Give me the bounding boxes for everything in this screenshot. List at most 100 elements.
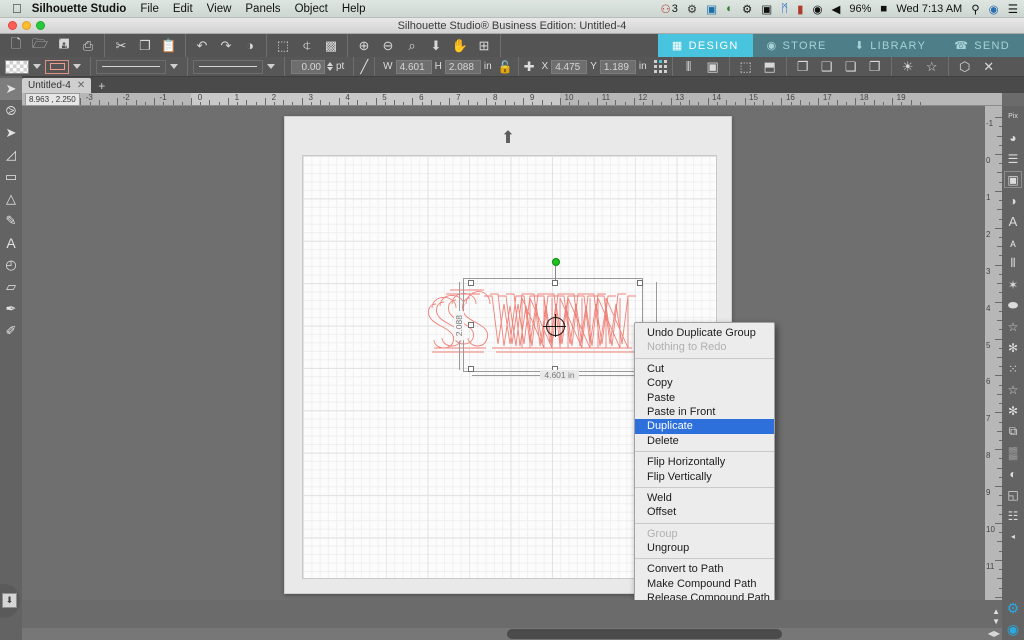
panel-help[interactable]: ◉	[1002, 619, 1024, 640]
panel-line-style[interactable]: ☰	[1002, 148, 1024, 169]
menu-object[interactable]: Object	[295, 3, 328, 15]
horizontal-scrollbar-thumb[interactable]	[507, 629, 782, 639]
panel-fill-effects[interactable]: ▣	[1002, 169, 1024, 190]
center-on-page-button[interactable]: ▣	[702, 56, 724, 77]
rotation-handle[interactable]	[552, 258, 560, 266]
refresh-button[interactable]: ◑	[239, 35, 261, 56]
line-color-dropdown-caret[interactable]	[73, 64, 81, 69]
panel-text-style[interactable]: A	[1002, 211, 1024, 232]
align-button[interactable]: ⦀	[678, 56, 700, 77]
line-tool-icon[interactable]: ╱	[360, 59, 368, 75]
panel-shadow[interactable]: ◑	[1002, 190, 1024, 211]
close-icon[interactable]: ✕	[77, 80, 85, 91]
siri-icon[interactable]: ◉	[989, 2, 999, 16]
zoom-down-arrow[interactable]: ▼	[992, 617, 1000, 626]
settings-gear-icon[interactable]: ⚙	[742, 2, 752, 16]
tab-library[interactable]: ⬇ LIBRARY	[840, 34, 941, 57]
select-by-color-button[interactable]: ▩	[320, 35, 342, 56]
panel-align[interactable]: ⦀	[1002, 253, 1024, 274]
menu-copy[interactable]: Copy	[635, 376, 774, 390]
save-document-button[interactable]: 🖪	[53, 35, 75, 56]
unlock-icon[interactable]: 🔓	[498, 60, 513, 74]
panel-jigsaw[interactable]: ✻	[1002, 400, 1024, 421]
stroke-width-input[interactable]: 0.00	[291, 59, 325, 74]
vertical-ruler[interactable]: -10123456789101112	[985, 106, 1002, 600]
menu-paste[interactable]: Paste	[635, 391, 774, 405]
menu-ungroup[interactable]: Ungroup	[635, 541, 774, 555]
volume-icon[interactable]: ◀	[832, 2, 841, 16]
document-tab[interactable]: Untitled-4 ✕	[22, 78, 92, 93]
tool-eraser[interactable]: ▱	[0, 276, 22, 298]
menu-view[interactable]: View	[207, 3, 232, 15]
horizontal-ruler[interactable]: -4-3-2-1012345678910111213141516171819	[22, 93, 1002, 106]
undo-button[interactable]: ↶	[191, 35, 213, 56]
panel-collapse[interactable]: ◂	[1002, 526, 1024, 547]
tool-edit-points[interactable]: ⧁	[0, 100, 22, 122]
replicate-button[interactable]: ❐	[792, 56, 814, 77]
group-button[interactable]: ❏	[840, 56, 862, 77]
move-icon[interactable]: ✚	[524, 59, 535, 75]
menu-duplicate[interactable]: Duplicate	[635, 419, 774, 434]
object-center-crosshair[interactable]	[543, 314, 566, 337]
menu-delete[interactable]: Delete	[635, 434, 774, 448]
tool-draw-line[interactable]: ◿	[0, 144, 22, 166]
context-menu[interactable]: Undo Duplicate Group Nothing to Redo Cut…	[634, 322, 775, 600]
print-button[interactable]: ⎙	[77, 35, 99, 56]
search-icon[interactable]: ⚲	[971, 2, 979, 16]
panel-trace[interactable]: ☆	[1002, 316, 1024, 337]
pan-hand-button[interactable]: ✋	[449, 35, 471, 56]
line-style-dropdown[interactable]	[96, 59, 166, 74]
tab-send[interactable]: ☎ SEND	[940, 34, 1024, 57]
panel-color-palette[interactable]: ◕	[1002, 127, 1024, 148]
wifi-icon[interactable]: ◉	[812, 2, 822, 16]
panel-expand-tab[interactable]: ⬇	[0, 584, 22, 618]
stroke-width-stepper[interactable]	[327, 62, 333, 71]
panel-pixscan[interactable]: Pix	[1002, 106, 1024, 127]
tool-eyedropper[interactable]: ✐	[0, 320, 22, 342]
zoom-in-button[interactable]: ⊕	[353, 35, 375, 56]
tool-polygon[interactable]: △	[0, 188, 22, 210]
photos-icon[interactable]: ▣	[706, 2, 717, 16]
menu-convert-to-path[interactable]: Convert to Path	[635, 562, 774, 576]
scrollbar-arrows[interactable]: ◀▶	[988, 629, 1000, 638]
menu-paste-in-front[interactable]: Paste in Front	[635, 405, 774, 419]
menu-edit[interactable]: Edit	[173, 3, 193, 15]
panel-preferences[interactable]: ⚙	[1002, 598, 1024, 619]
apple-icon[interactable]: 	[12, 2, 22, 15]
design-canvas[interactable]: ⬆ 4.601 in 2.088 Undo Duplicate Group No…	[22, 106, 985, 600]
menu-help[interactable]: Help	[342, 3, 366, 15]
line-style-caret[interactable]	[170, 64, 178, 69]
menu-file[interactable]: File	[140, 3, 159, 15]
copy-button[interactable]: ❐	[134, 35, 156, 56]
color-picker-icon[interactable]: ◐	[726, 3, 733, 15]
menu-weld[interactable]: Weld	[635, 491, 774, 505]
panel-sketch[interactable]: ✻	[1002, 337, 1024, 358]
selection-handle-tl[interactable]	[468, 280, 474, 286]
fit-window-button[interactable]: ⊞	[473, 35, 495, 56]
panel-modify[interactable]: ✶	[1002, 274, 1024, 295]
trace-star-button[interactable]: ☆	[921, 56, 943, 77]
panel-3d[interactable]: ◱	[1002, 484, 1024, 505]
panel-print-bleed[interactable]: ▒	[1002, 442, 1024, 463]
zoom-stepper[interactable]: ▲ ▼	[992, 607, 1000, 626]
menu-app-name[interactable]: Silhouette Studio	[32, 3, 127, 15]
selection-handle-tc[interactable]	[552, 280, 558, 286]
fill-color-swatch[interactable]	[5, 59, 29, 74]
line-color-swatch[interactable]	[45, 59, 69, 74]
zoom-selection-button[interactable]: ⌕	[401, 35, 423, 56]
select-all-button[interactable]: ⬚	[272, 35, 294, 56]
selection-handle-tr[interactable]	[637, 280, 643, 286]
new-document-tab-button[interactable]: +	[91, 79, 112, 93]
tool-node-edit[interactable]: ➤	[0, 122, 22, 144]
line-thickness-dropdown[interactable]	[193, 59, 263, 74]
anchor-grid-icon[interactable]	[653, 60, 667, 73]
menu-flip-vertically[interactable]: Flip Vertically	[635, 470, 774, 484]
panel-offset[interactable]: ⬬	[1002, 295, 1024, 316]
fill-color-dropdown-caret[interactable]	[33, 64, 41, 69]
panel-knockout[interactable]: ⧉	[1002, 421, 1024, 442]
panel-warp[interactable]: ☷	[1002, 505, 1024, 526]
fit-to-page-button[interactable]: ⬇	[425, 35, 447, 56]
panel-stipple[interactable]: ☆	[1002, 379, 1024, 400]
menu-undo-duplicate-group[interactable]: Undo Duplicate Group	[635, 326, 774, 340]
tool-text[interactable]: A	[0, 232, 22, 254]
